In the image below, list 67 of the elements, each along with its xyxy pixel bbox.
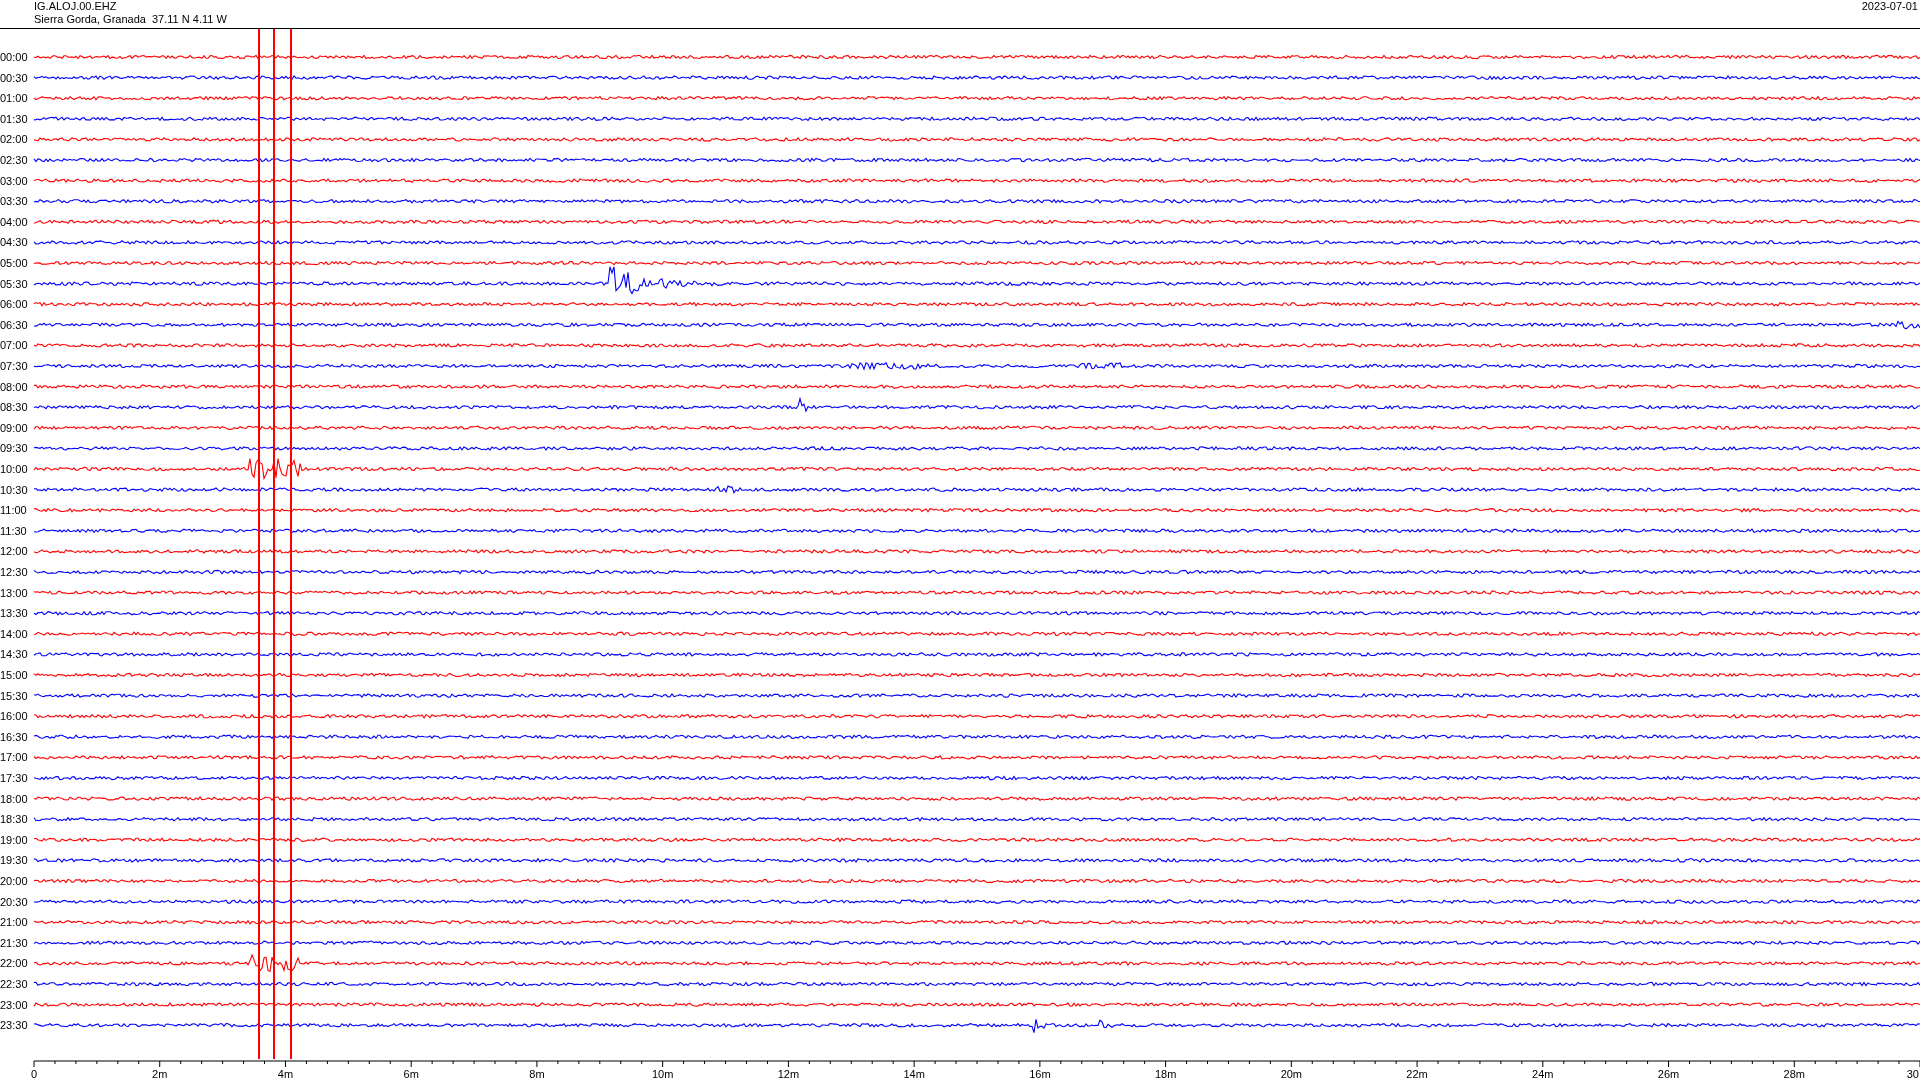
time-label: 21:30 bbox=[0, 936, 28, 949]
time-label: 11:30 bbox=[0, 524, 27, 537]
time-label: 03:30 bbox=[0, 195, 28, 208]
time-label: 11:00 bbox=[0, 504, 27, 517]
time-label: 14:30 bbox=[0, 648, 28, 661]
time-label: 01:30 bbox=[0, 112, 28, 125]
time-label: 02:00 bbox=[0, 133, 28, 146]
time-label: 00:30 bbox=[0, 71, 28, 84]
time-label: 05:00 bbox=[0, 257, 28, 269]
time-label: 10:00 bbox=[0, 463, 28, 475]
time-label: 05:30 bbox=[0, 277, 28, 290]
time-label: 19:00 bbox=[0, 833, 28, 846]
time-label: 10:30 bbox=[0, 483, 28, 496]
time-label: 04:30 bbox=[0, 236, 28, 249]
time-label: 03:00 bbox=[0, 174, 28, 187]
station-location: Sierra Gorda, Granada 37.11 N 4.11 W bbox=[34, 13, 227, 26]
time-label: 02:30 bbox=[0, 154, 28, 166]
time-label: 23:30 bbox=[0, 1019, 28, 1032]
time-label: 17:30 bbox=[0, 772, 28, 784]
axis-tick-label: 20m bbox=[1280, 1068, 1303, 1079]
time-label: 09:30 bbox=[0, 442, 28, 455]
time-label: 23:00 bbox=[0, 998, 28, 1011]
axis-tick-label: 16m bbox=[1029, 1068, 1051, 1079]
axis-tick-label: 6m bbox=[403, 1068, 419, 1079]
time-label: 07:30 bbox=[0, 360, 28, 372]
time-label: 16:00 bbox=[0, 710, 28, 723]
time-label: 13:30 bbox=[0, 607, 28, 620]
time-label: 13:00 bbox=[0, 586, 28, 599]
time-label: 18:30 bbox=[0, 813, 28, 826]
time-label: 01:00 bbox=[0, 92, 28, 105]
axis-tick-label: 2m bbox=[152, 1068, 168, 1079]
axis-tick-label: 28m bbox=[1783, 1068, 1805, 1079]
time-label: 08:00 bbox=[0, 380, 28, 393]
time-label: 09:00 bbox=[0, 421, 28, 434]
time-label: 15:30 bbox=[0, 689, 28, 702]
time-label: 22:00 bbox=[0, 957, 28, 970]
axis-tick-label: 10m bbox=[651, 1068, 674, 1079]
time-label: 17:00 bbox=[0, 751, 28, 764]
time-label: 22:30 bbox=[0, 978, 28, 990]
axis-tick-label: 0 bbox=[30, 1068, 38, 1079]
time-label: 07:00 bbox=[0, 339, 28, 352]
axis-tick-label: 24m bbox=[1532, 1068, 1554, 1079]
time-label: 04:00 bbox=[0, 215, 28, 228]
time-label: 20:30 bbox=[0, 895, 28, 908]
time-label: 21:00 bbox=[0, 916, 28, 929]
time-label: 12:30 bbox=[0, 566, 28, 578]
station-code: IG.ALOJ.00.EHZ bbox=[34, 0, 118, 13]
time-label: 06:30 bbox=[0, 318, 28, 331]
axis-tick-label: 30 bbox=[1906, 1068, 1919, 1079]
time-label: 08:30 bbox=[0, 401, 28, 414]
axis-tick-label: 26m bbox=[1657, 1068, 1680, 1079]
axis-tick-label: 18m bbox=[1154, 1068, 1177, 1079]
axis-tick-label: 4m bbox=[277, 1068, 294, 1079]
axis-tick-label: 8m bbox=[529, 1068, 545, 1079]
time-label: 15:00 bbox=[0, 669, 28, 681]
time-label: 14:00 bbox=[0, 627, 28, 640]
time-label: 00:00 bbox=[0, 51, 28, 63]
time-label: 12:00 bbox=[0, 545, 28, 558]
axis-tick-label: 22m bbox=[1406, 1068, 1428, 1079]
date-label: 2023-07-01 bbox=[1861, 0, 1918, 14]
time-label: 19:30 bbox=[0, 854, 28, 867]
axis-tick-label: 14m bbox=[903, 1068, 925, 1079]
time-label: 20:00 bbox=[0, 875, 28, 887]
time-label: 06:00 bbox=[0, 298, 28, 311]
time-label: 18:00 bbox=[0, 792, 28, 805]
time-label: 16:30 bbox=[0, 730, 28, 743]
axis-tick-label: 12m bbox=[777, 1068, 800, 1079]
